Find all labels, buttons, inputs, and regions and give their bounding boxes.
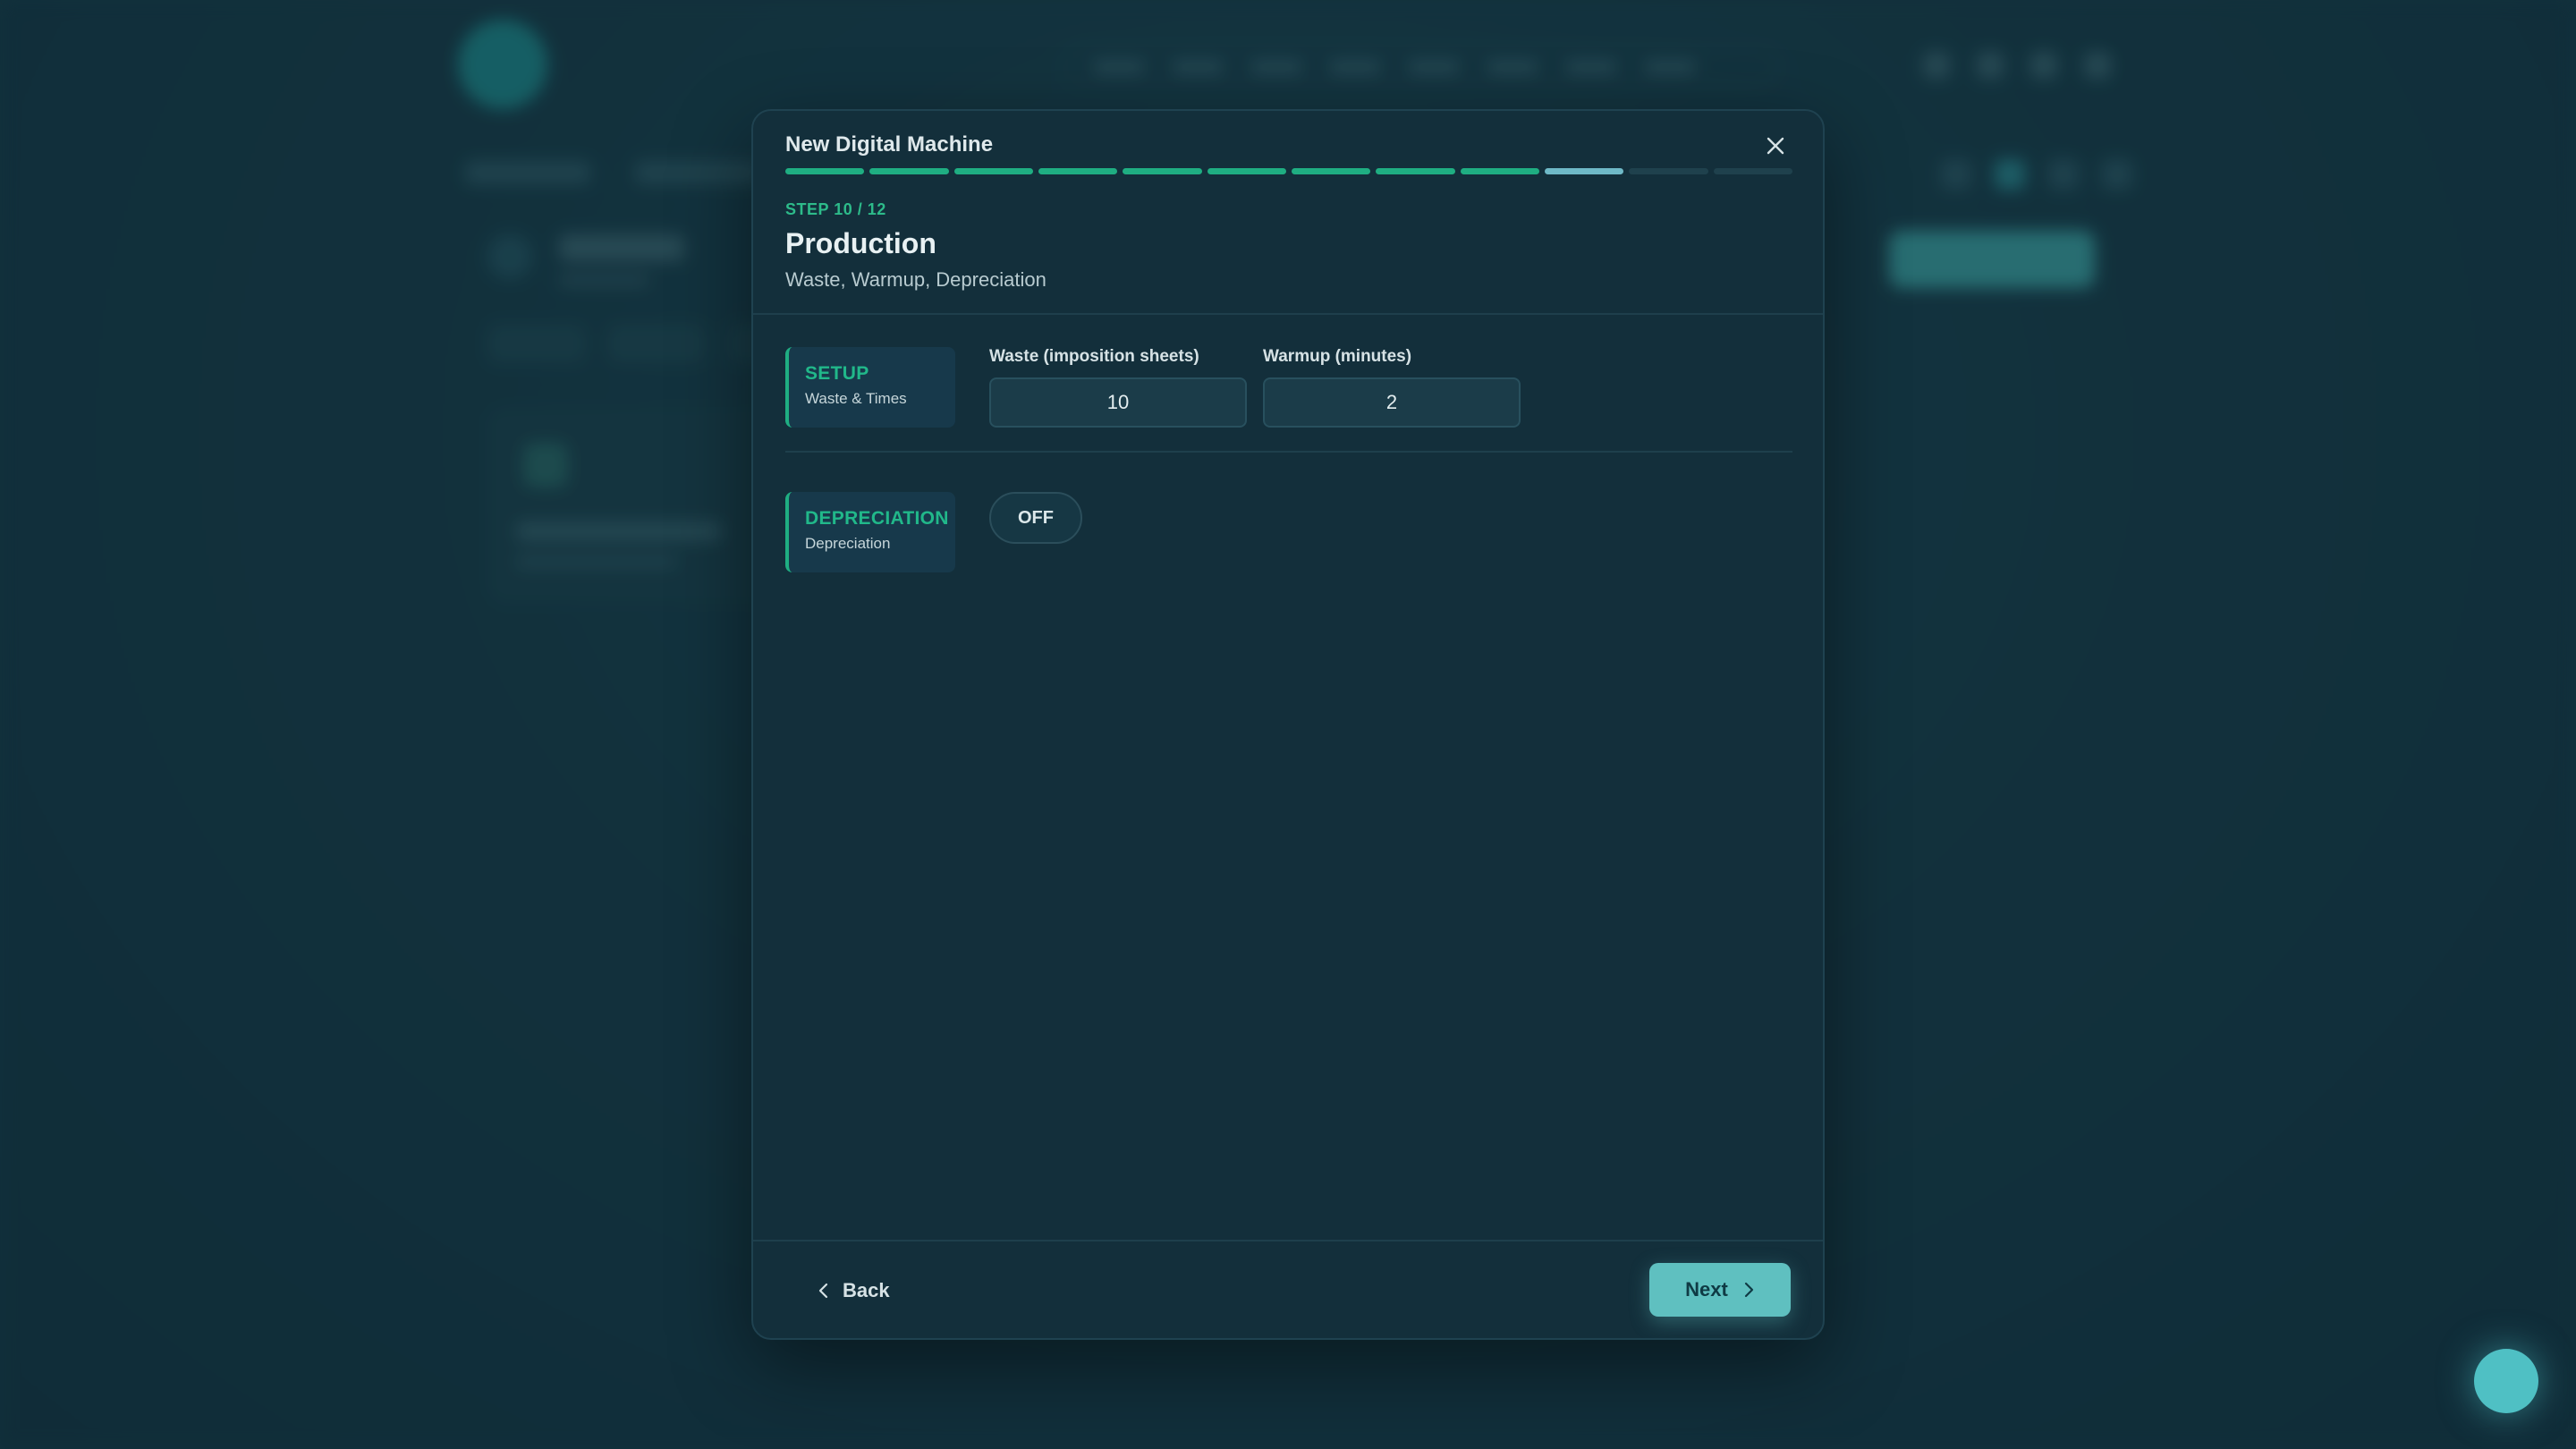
depreciation-group: DEPRECIATION Depreciation OFF [785,492,1792,590]
section-title: Production [785,227,936,259]
progress-segment [1629,168,1708,174]
depreciation-tag-title: DEPRECIATION [805,508,949,529]
progress-segment [869,168,949,174]
warmup-field: Warmup (minutes) [1263,347,1521,428]
dialog-footer: Back Next [753,1240,1823,1338]
progress-segment [785,168,865,174]
progress-segment [1713,168,1792,174]
chevron-left-icon [818,1283,828,1299]
step-progress-bar [785,168,1792,174]
section-subtitle: Waste, Warmup, Depreciation [785,268,1046,291]
next-button-label: Next [1685,1278,1728,1301]
back-button-label: Back [843,1279,890,1301]
setup-tag-subtitle: Waste & Times [805,390,907,407]
progress-segment [953,168,1033,174]
depreciation-tag: DEPRECIATION Depreciation [785,492,955,572]
progress-segment [1544,168,1624,174]
progress-segment [1291,168,1371,174]
next-button[interactable]: Next [1649,1263,1791,1317]
waste-field: Waste (imposition sheets) [989,347,1247,428]
back-button[interactable]: Back [807,1270,901,1311]
dialog-body: SETUP Waste & Times Waste (imposition sh… [753,315,1823,1243]
warmup-label: Warmup (minutes) [1263,347,1412,366]
progress-segment [1376,168,1455,174]
chat-fab-button[interactable] [2474,1349,2538,1413]
dialog-header: New Digital Machine STEP 10 / 12 Product… [753,111,1823,315]
depreciation-tag-subtitle: Depreciation [805,535,891,552]
setup-tag-title: SETUP [805,363,869,384]
progress-segment [1123,168,1202,174]
waste-label: Waste (imposition sheets) [989,347,1199,366]
warmup-input[interactable] [1263,377,1521,428]
chevron-right-icon [1744,1282,1753,1298]
progress-segment [1207,168,1286,174]
setup-group: SETUP Waste & Times Waste (imposition sh… [785,347,1792,453]
setup-tag: SETUP Waste & Times [785,347,955,428]
depreciation-toggle[interactable]: OFF [989,492,1082,544]
progress-segment [1038,168,1118,174]
progress-segment [1460,168,1539,174]
close-icon [1767,137,1784,155]
waste-input[interactable] [989,377,1247,428]
new-machine-dialog: New Digital Machine STEP 10 / 12 Product… [751,109,1825,1340]
step-indicator: STEP 10 / 12 [785,200,886,218]
close-button[interactable] [1760,131,1791,161]
dialog-title: New Digital Machine [785,132,994,157]
